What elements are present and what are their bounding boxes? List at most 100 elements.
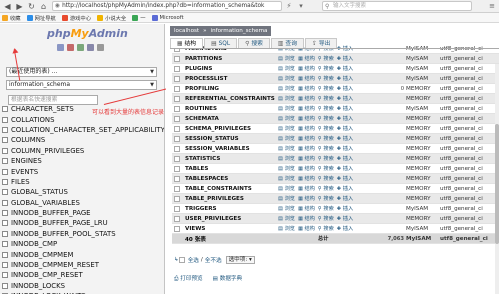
browse-action[interactable]: ▤ 浏览 [278,225,295,232]
browse-action[interactable]: ▤ 浏览 [278,155,295,162]
search-action[interactable]: ⚲ 搜索 [318,175,334,182]
insert-action[interactable]: ✚ 插入 [337,85,353,92]
structure-action[interactable]: ▦ 结构 [298,205,315,212]
address-bar[interactable]: ◉ http://localhost/phpMyAdmin/index.php?… [52,1,282,11]
tab-sql[interactable]: ▤ SQL [204,38,238,48]
tree-table-item[interactable]: GLOBAL_VARIABLES [2,198,162,208]
table-name[interactable]: REFERENTIAL_CONSTRAINTS [185,96,278,102]
search-action[interactable]: ⚲ 搜索 [318,165,334,172]
browse-action[interactable]: ▤ 浏览 [278,85,295,92]
structure-action[interactable]: ▦ 结构 [298,225,315,232]
search-action[interactable]: ⚲ 搜索 [318,115,334,122]
insert-action[interactable]: ✚ 插入 [337,225,353,232]
menu-icon[interactable]: ≡ [487,1,497,11]
bookmark-nav[interactable]: 网址导航 [26,14,56,22]
structure-action[interactable]: ▦ 结构 [298,215,315,222]
tree-table-item[interactable]: GLOBAL_STATUS [2,187,162,197]
structure-action[interactable]: ▦ 结构 [298,125,315,132]
search-action[interactable]: ⚲ 搜索 [318,85,334,92]
browse-action[interactable]: ▤ 浏览 [278,125,295,132]
table-name[interactable]: SESSION_STATUS [185,136,278,142]
search-action[interactable]: ⚲ 搜索 [318,185,334,192]
table-name[interactable]: STATISTICS [185,156,278,162]
row-checkbox[interactable] [174,85,180,92]
insert-action[interactable]: ✚ 插入 [337,105,353,112]
table-name[interactable]: TABLE_PRIVILEGES [185,196,278,202]
table-name[interactable]: USER_PRIVILEGES [185,216,278,222]
browse-action[interactable]: ▤ 浏览 [278,145,295,152]
tab-query[interactable]: ▥ 查询 [270,38,305,48]
browse-action[interactable]: ▤ 浏览 [278,105,295,112]
search-action[interactable]: ⚲ 搜索 [318,55,334,62]
forward-icon[interactable]: ▶ [14,1,25,12]
with-selected-select[interactable]: 选中项: ▾ [225,256,255,264]
structure-action[interactable]: ▦ 结构 [298,185,315,192]
browse-action[interactable]: ▤ 浏览 [278,205,295,212]
browse-action[interactable]: ▤ 浏览 [278,115,295,122]
table-name[interactable]: SCHEMA_PRIVILEGES [185,126,278,132]
tree-table-item[interactable]: COLUMN_PRIVILEGES [2,146,162,156]
structure-action[interactable]: ▦ 结构 [298,195,315,202]
bookmark-microsoft[interactable]: Microsoft [151,14,184,21]
insert-action[interactable]: ✚ 插入 [337,75,353,82]
table-name[interactable]: PROCESSLIST [185,76,278,82]
browse-action[interactable]: ▤ 浏览 [278,55,295,62]
logout-icon[interactable] [67,44,74,51]
browse-action[interactable]: ▤ 浏览 [278,165,295,172]
tree-table-item[interactable]: FILES [2,177,162,187]
search-action[interactable]: ⚲ 搜索 [318,155,334,162]
insert-action[interactable]: ✚ 插入 [337,185,353,192]
browse-action[interactable]: ▤ 浏览 [278,215,295,222]
insert-action[interactable]: ✚ 插入 [337,145,353,152]
dropdown-icon[interactable]: ▾ [296,1,306,11]
recent-tables-select[interactable]: (最近使用的表) ... ▼ [6,67,157,77]
row-checkbox[interactable] [174,105,180,112]
row-checkbox[interactable] [174,175,180,182]
search-action[interactable]: ⚲ 搜索 [318,135,334,142]
insert-action[interactable]: ✚ 插入 [337,65,353,72]
row-checkbox[interactable] [174,135,180,142]
row-checkbox[interactable] [174,125,180,132]
bookmark-other[interactable]: 一 [132,14,146,22]
tree-table-item[interactable]: INNODB_CMP_RESET [2,270,162,280]
row-checkbox[interactable] [174,75,180,82]
search-action[interactable]: ⚲ 搜索 [318,145,334,152]
tab-structure[interactable]: ▦ 结构 [170,38,204,48]
table-name[interactable]: PROFILING [185,86,278,92]
settings-icon[interactable] [97,44,104,51]
table-name[interactable]: PLUGINS [185,66,278,72]
row-checkbox[interactable] [174,155,180,162]
search-input[interactable]: ⚲ 输入文字搜索 [322,1,472,11]
browse-action[interactable]: ▤ 浏览 [278,95,295,102]
row-checkbox[interactable] [174,165,180,172]
tree-table-item[interactable]: COLUMNS [2,135,162,145]
row-checkbox[interactable] [174,55,180,62]
home-icon[interactable] [57,44,64,51]
structure-action[interactable]: ▦ 结构 [298,55,315,62]
table-name[interactable]: SESSION_VARIABLES [185,146,278,152]
structure-action[interactable]: ▦ 结构 [298,165,315,172]
row-checkbox[interactable] [174,65,180,72]
phpmyadmin-logo[interactable]: phpMyAdmin [47,27,128,40]
structure-action[interactable]: ▦ 结构 [298,115,315,122]
insert-action[interactable]: ✚ 插入 [337,175,353,182]
search-action[interactable]: ⚲ 搜索 [318,225,334,232]
structure-action[interactable]: ▦ 结构 [298,105,315,112]
search-action[interactable]: ⚲ 搜索 [318,125,334,132]
structure-action[interactable]: ▦ 结构 [298,155,315,162]
check-all-checkbox[interactable] [178,257,185,263]
insert-action[interactable]: ✚ 插入 [337,135,353,142]
search-action[interactable]: ⚲ 搜索 [318,205,334,212]
tree-table-item[interactable]: INNODB_CMP [2,239,162,249]
row-checkbox[interactable] [174,205,180,212]
bookmark-favorites[interactable]: 收藏 [2,14,21,22]
breadcrumb-database[interactable]: information_schema [211,26,268,36]
scrollbar[interactable] [495,64,499,294]
structure-action[interactable]: ▦ 结构 [298,75,315,82]
insert-action[interactable]: ✚ 插入 [337,155,353,162]
row-checkbox[interactable] [174,145,180,152]
tree-table-item[interactable]: EVENTS [2,166,162,176]
insert-action[interactable]: ✚ 插入 [337,95,353,102]
tree-table-item[interactable]: CHARACTER_SETS [2,104,162,114]
structure-action[interactable]: ▦ 结构 [298,65,315,72]
